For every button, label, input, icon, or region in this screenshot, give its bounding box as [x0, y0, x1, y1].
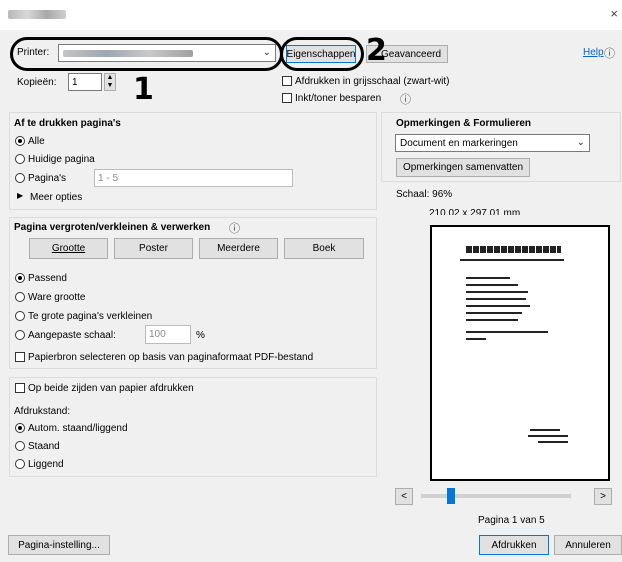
custom-scale-input[interactable]: 100: [145, 325, 191, 344]
preview-text-line: [538, 441, 568, 443]
orientation-portrait-label: Staand: [28, 441, 60, 452]
page-slider-thumb[interactable]: [447, 488, 455, 504]
annotation-number-2: 2: [366, 33, 387, 68]
preview-text-line: [530, 429, 560, 431]
pages-all-radio[interactable]: [15, 136, 25, 146]
pages-section-title: Af te drukken pagina's: [14, 118, 121, 129]
shrink-radio[interactable]: [15, 311, 25, 321]
both-sides-label: Op beide zijden van papier afdrukken: [28, 383, 194, 394]
custom-scale-radio[interactable]: [15, 330, 25, 340]
pages-range-radio[interactable]: [15, 173, 25, 183]
paper-source-checkbox[interactable]: [15, 352, 25, 362]
help-link[interactable]: Help: [583, 47, 604, 58]
preview-text-line: [466, 277, 510, 279]
tab-booklet[interactable]: Boek: [284, 238, 364, 259]
orientation-portrait-radio[interactable]: [15, 441, 25, 451]
page-preview: [430, 225, 610, 481]
preview-text-line: [466, 291, 528, 293]
pages-range-label: Pagina's: [28, 173, 67, 184]
highlight-oval-properties: [280, 37, 364, 71]
orientation-auto-radio[interactable]: [15, 423, 25, 433]
preview-text-line: [466, 319, 518, 321]
prev-page-button[interactable]: <: [395, 488, 413, 505]
help-icon[interactable]: ⓘ: [604, 45, 615, 61]
preview-text-line: [466, 298, 526, 300]
expand-triangle-icon[interactable]: ▶: [17, 191, 23, 200]
copies-stepper[interactable]: ▲ ▼: [104, 73, 116, 91]
preview-text-line: [466, 284, 518, 286]
pages-current-label: Huidige pagina: [28, 154, 95, 165]
preview-rule: [460, 259, 564, 261]
fit-radio[interactable]: [15, 273, 25, 283]
save-ink-label: Inkt/toner besparen: [295, 93, 382, 104]
more-options-link[interactable]: Meer opties: [30, 192, 82, 203]
next-page-button[interactable]: >: [594, 488, 612, 505]
tab-size[interactable]: Grootte: [29, 238, 108, 259]
pages-current-radio[interactable]: [15, 154, 25, 164]
comments-select-value: Document en markeringen: [400, 137, 518, 149]
summarize-comments-button[interactable]: Opmerkingen samenvatten: [396, 158, 530, 177]
preview-text-line: [466, 331, 548, 333]
sizing-section-title: Pagina vergroten/verkleinen & verwerken: [14, 222, 211, 233]
highlight-oval-printer: [10, 37, 283, 71]
paper-source-label: Papierbron selecteren op basis van pagin…: [28, 352, 314, 363]
annotation-number-1: 1: [133, 72, 154, 107]
pages-all-label: Alle: [28, 136, 45, 147]
page-indicator: Pagina 1 van 5: [478, 515, 545, 526]
save-ink-checkbox[interactable]: [282, 93, 292, 103]
cancel-button[interactable]: Annuleren: [554, 535, 622, 555]
shrink-label: Te grote pagina's verkleinen: [28, 311, 153, 322]
page-setup-button[interactable]: Pagina-instelling...: [8, 535, 110, 555]
comments-section-title: Opmerkingen & Formulieren: [396, 118, 532, 129]
preview-text-line: [466, 305, 530, 307]
close-icon[interactable]: ×: [610, 6, 618, 21]
pages-range-input[interactable]: 1 - 5: [94, 169, 293, 187]
percent-label: %: [196, 330, 205, 341]
copies-input[interactable]: 1: [68, 73, 102, 91]
page-slider-track[interactable]: [421, 494, 571, 498]
scale-label: Schaal: 96%: [396, 189, 453, 200]
orientation-label: Afdrukstand:: [14, 406, 71, 417]
preview-heading-bar: [466, 246, 561, 253]
print-button[interactable]: Afdrukken: [479, 535, 549, 555]
preview-text-line: [528, 435, 568, 437]
info-icon[interactable]: ⓘ: [400, 91, 411, 107]
tab-multiple[interactable]: Meerdere: [199, 238, 278, 259]
preview-text-line: [466, 338, 486, 340]
title-bar: ×: [0, 0, 622, 30]
copies-label: Kopieën:: [17, 77, 57, 88]
actual-size-label: Ware grootte: [28, 292, 86, 303]
both-sides-checkbox[interactable]: [15, 383, 25, 393]
actual-size-radio[interactable]: [15, 292, 25, 302]
sizing-info-icon[interactable]: ⓘ: [229, 220, 240, 236]
preview-text-line: [466, 312, 522, 314]
window-title-blurred: [8, 10, 66, 19]
grayscale-label: Afdrukken in grijsschaal (zwart-wit): [295, 76, 450, 87]
custom-scale-label: Aangepaste schaal:: [28, 330, 116, 341]
orientation-auto-label: Autom. staand/liggend: [28, 423, 128, 434]
tab-poster[interactable]: Poster: [114, 238, 193, 259]
comments-select[interactable]: Document en markeringen ⌄: [395, 134, 590, 152]
orientation-landscape-radio[interactable]: [15, 459, 25, 469]
orientation-landscape-label: Liggend: [28, 459, 64, 470]
chevron-down-icon: ⌄: [576, 137, 585, 148]
grayscale-checkbox[interactable]: [282, 76, 292, 86]
fit-label: Passend: [28, 273, 67, 284]
